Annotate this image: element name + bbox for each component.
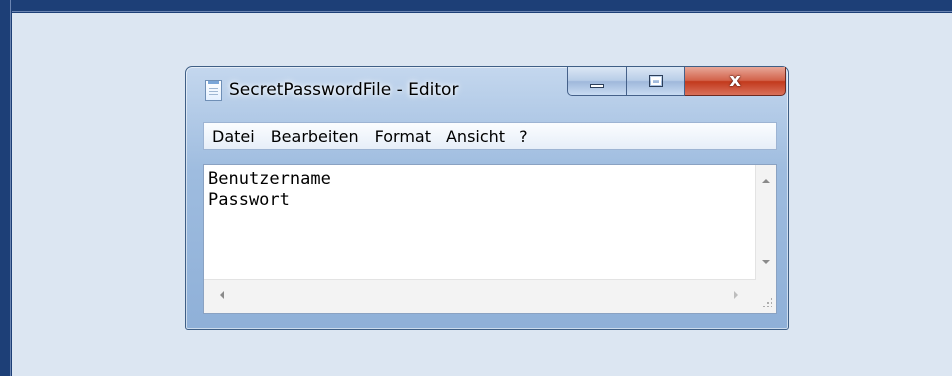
page-top-border [0,0,952,13]
scroll-down-icon[interactable] [762,260,770,264]
menu-item-ansicht[interactable]: Ansicht [446,127,505,146]
caption-buttons: x [567,67,786,96]
minimize-icon [590,84,604,88]
scroll-right-icon[interactable] [734,291,738,299]
notepad-icon [205,80,222,101]
title-bar[interactable]: SecretPasswordFile - Editor x [186,67,788,121]
scroll-left-icon[interactable] [220,291,224,299]
editor-line: Benutzername [208,169,331,189]
menu-item-bearbeiten[interactable]: Bearbeiten [271,127,359,146]
page-left-border [0,0,12,376]
maximize-button[interactable] [627,67,685,96]
menu-bar: Datei Bearbeiten Format Ansicht ? [203,122,777,150]
close-icon: x [729,70,741,91]
editor-line: Passwort [208,190,290,210]
close-button[interactable]: x [685,67,786,96]
editor-content[interactable]: Benutzername Passwort [208,169,331,211]
text-editor[interactable]: Benutzername Passwort [203,164,777,314]
horizontal-scrollbar[interactable] [204,279,756,313]
menu-item-format[interactable]: Format [375,127,431,146]
notepad-window[interactable]: SecretPasswordFile - Editor x Datei Bear… [185,66,789,330]
resize-grip-icon[interactable] [754,280,776,313]
vertical-scrollbar[interactable] [755,165,776,280]
scroll-up-icon[interactable] [762,179,770,183]
menu-item-help[interactable]: ? [519,127,528,146]
minimize-button[interactable] [567,67,627,96]
maximize-icon [648,75,663,87]
window-title: SecretPasswordFile - Editor [229,80,459,100]
menu-item-datei[interactable]: Datei [212,127,255,146]
